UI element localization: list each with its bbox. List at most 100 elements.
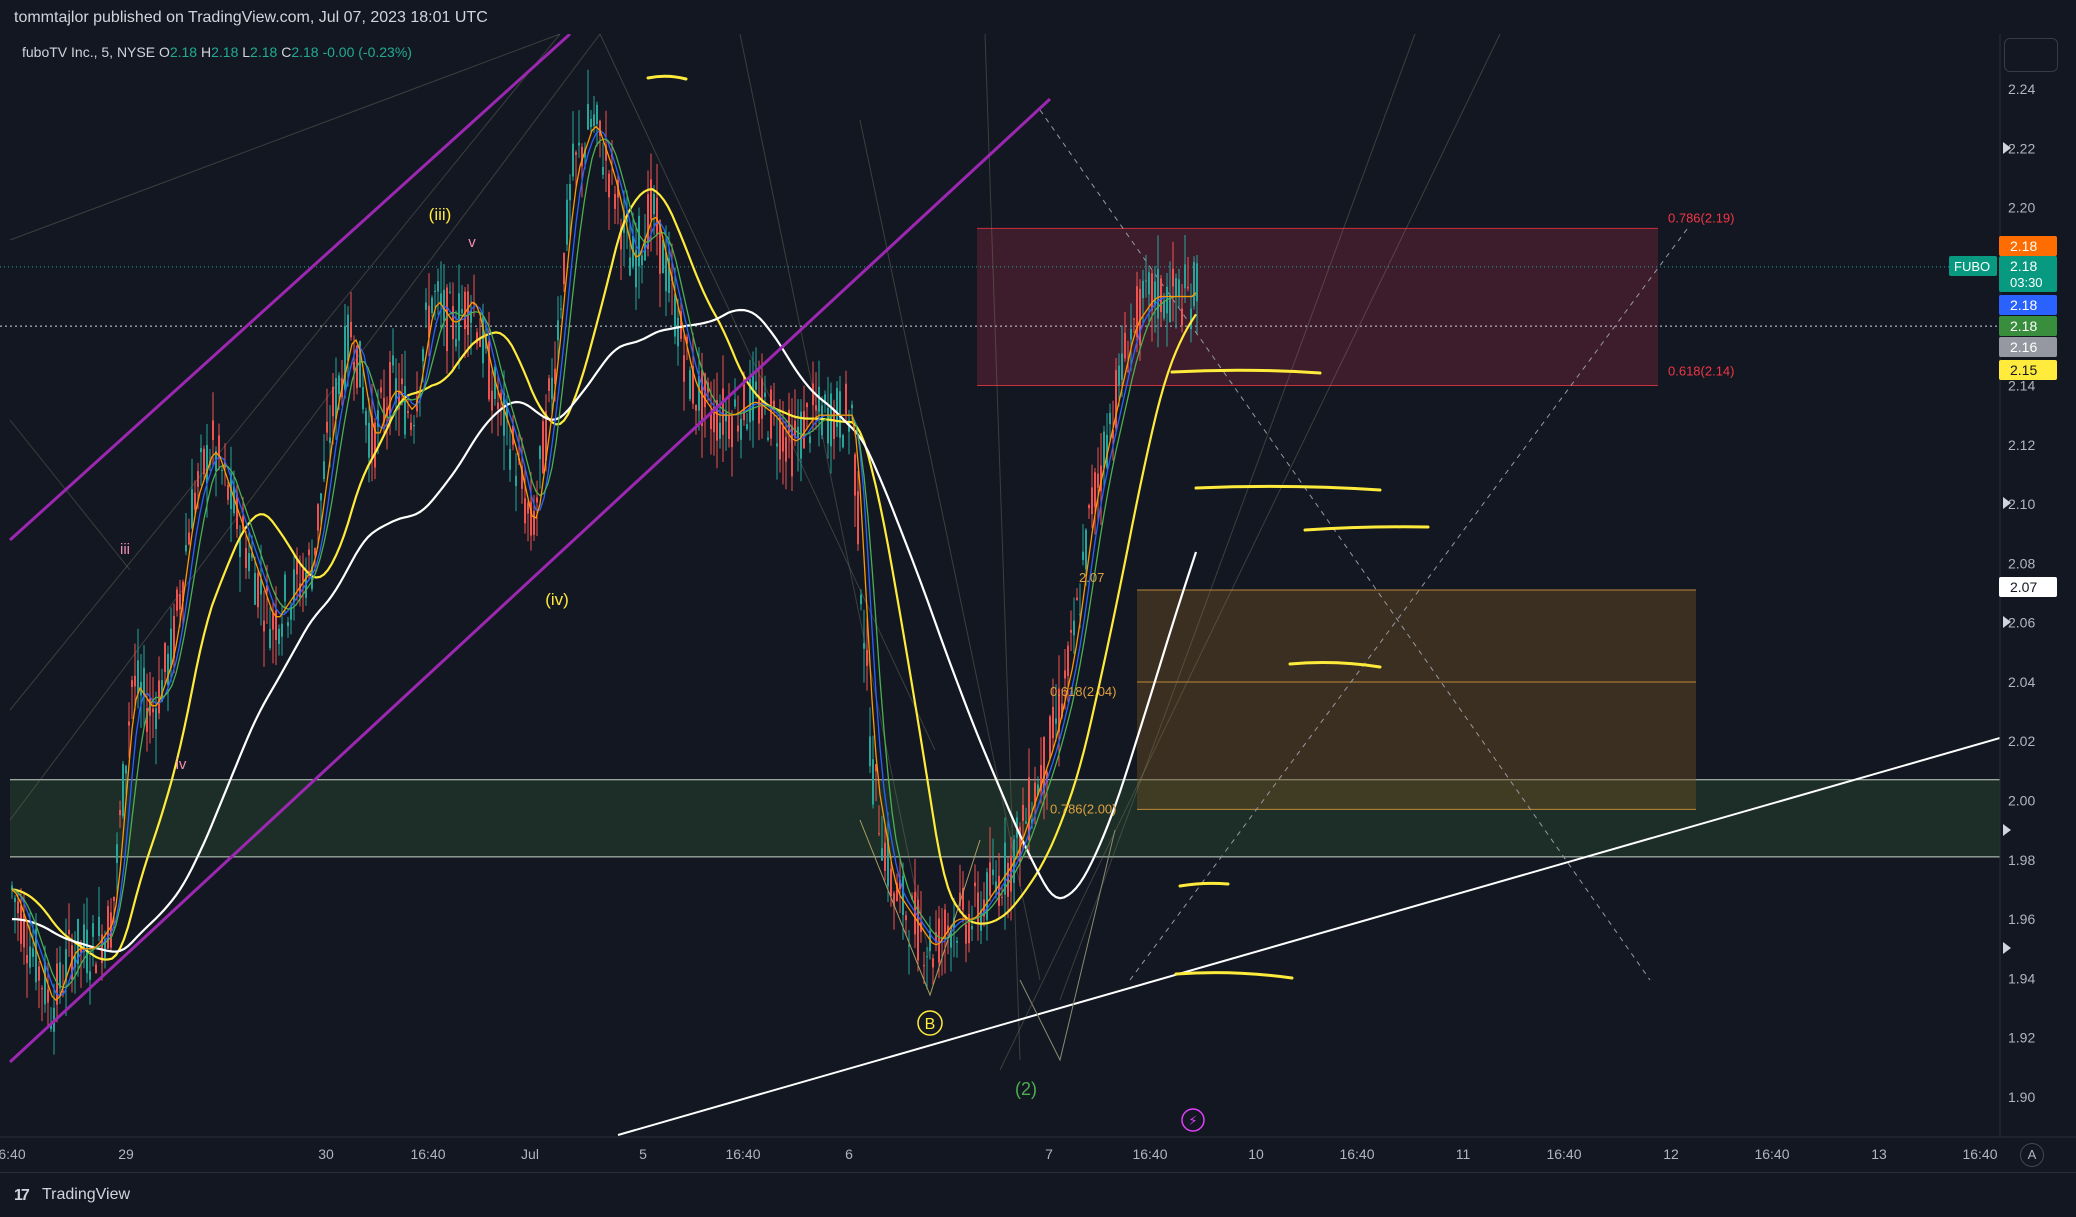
candle-body	[698, 375, 700, 411]
lightning-icon: ⚡	[1188, 1113, 1197, 1128]
symbol-legend[interactable]: fuboTV Inc., 5, NYSE O2.18 H2.18 L2.18 C…	[22, 44, 412, 60]
candle-body	[212, 420, 214, 440]
candle-body	[857, 491, 859, 545]
candle-body	[1142, 280, 1144, 299]
candle-body	[362, 387, 364, 410]
candle-body	[1196, 263, 1198, 302]
candle-body	[1148, 272, 1150, 295]
candle-body	[560, 308, 562, 310]
candle-body	[68, 929, 70, 935]
fib-label: 0.618(2.14)	[1668, 363, 1735, 378]
candle-body	[725, 412, 727, 422]
candle-body	[695, 404, 697, 411]
candle-body	[29, 946, 31, 968]
candle-body	[131, 680, 133, 688]
candle-body	[1070, 630, 1072, 633]
y-tick-label: 1.94	[2008, 970, 2035, 986]
candle-body	[593, 114, 595, 127]
candle-body	[974, 882, 976, 887]
legend-o-label: O	[158, 44, 170, 60]
candle-body	[413, 424, 415, 427]
legend-c-value: 2.18	[291, 44, 319, 60]
x-tick-label: 11	[1456, 1146, 1471, 1162]
wave-label: iv	[176, 756, 187, 773]
candle-body	[1187, 286, 1189, 289]
candle-body	[734, 399, 736, 407]
candle-body	[806, 403, 808, 408]
candle-body	[890, 868, 892, 897]
candle-body	[602, 167, 604, 175]
chart-area[interactable]: 0.786(2.19) 0.618(2.14) 2.07 0.618(2.04) 0.7…	[0, 34, 2076, 1171]
candle-body	[137, 660, 139, 694]
y-tick-label: 2.08	[2008, 555, 2035, 571]
candle-body	[338, 375, 340, 395]
candle-body	[188, 532, 190, 545]
y-tick-label: 1.90	[2008, 1089, 2035, 1105]
candle-body	[845, 383, 847, 414]
candle-body	[770, 389, 772, 439]
candle-body	[596, 104, 598, 125]
candle-body	[1151, 273, 1153, 311]
candle-body	[206, 444, 208, 484]
candle-body	[992, 869, 994, 876]
candle-body	[758, 395, 760, 424]
price-chart[interactable]: 0.786(2.19) 0.618(2.14) 2.07 0.618(2.04) 0.7…	[0, 34, 2076, 1171]
candle-body	[98, 916, 100, 936]
y-tick-label: 2.12	[2008, 437, 2035, 453]
y-tick-label: 2.06	[2008, 615, 2035, 631]
candle-body	[116, 844, 118, 863]
candle-body	[737, 425, 739, 432]
x-tick-label: 16:40	[1962, 1146, 1997, 1162]
candle-body	[449, 291, 451, 293]
candle-body	[200, 448, 202, 453]
candle-body	[563, 253, 565, 285]
candle-body	[1052, 706, 1054, 739]
candle-body	[965, 924, 967, 944]
candle-body	[245, 547, 247, 568]
candle-body	[854, 454, 856, 496]
candle-body	[842, 435, 844, 448]
candle-body	[827, 407, 829, 444]
candle-body	[1118, 365, 1120, 386]
candle-body	[677, 317, 679, 347]
candle-body	[878, 833, 880, 835]
candle-body	[47, 989, 49, 1003]
candle-body	[731, 416, 733, 448]
candle-body	[608, 173, 610, 198]
x-tick-label: 12	[1663, 1146, 1679, 1162]
candle-body	[203, 448, 205, 475]
publisher-text: tommtajlor published on TradingView.com,…	[14, 9, 488, 26]
candle-body	[509, 449, 511, 470]
x-tick-label: 16:40	[725, 1146, 760, 1162]
candle-body	[317, 504, 319, 531]
candle-body	[926, 956, 928, 958]
fib-label: 0.618(2.04)	[1050, 684, 1117, 699]
auto-scale-button[interactable]: A	[2020, 1143, 2044, 1167]
candle-body	[134, 675, 136, 687]
candle-body	[158, 680, 160, 714]
candle-body	[431, 297, 433, 313]
x-tick-label: 6	[845, 1146, 853, 1162]
candle-body	[197, 471, 199, 487]
candle-body	[1160, 278, 1162, 313]
candle-body	[1178, 279, 1180, 297]
x-tick-label: 13	[1871, 1146, 1887, 1162]
screenshot-toggle-button[interactable]	[2004, 38, 2058, 72]
candle-body	[269, 629, 271, 649]
candle-body	[548, 378, 550, 391]
price-tag-countdown: 03:30	[2010, 275, 2043, 290]
candle-body	[491, 390, 493, 411]
candle-body	[128, 721, 130, 726]
candle-body	[746, 424, 748, 429]
candle-body	[833, 409, 835, 439]
candle-body	[752, 372, 754, 421]
candle-body	[107, 906, 109, 949]
symbol-tag-label: FUBO	[1954, 259, 1990, 274]
candle-body	[437, 281, 439, 292]
x-tick-label: 10	[1248, 1146, 1264, 1162]
candle-body	[812, 383, 814, 406]
candle-body	[572, 143, 574, 177]
candle-body	[308, 549, 310, 556]
candle-body	[728, 415, 730, 440]
candle-body	[1121, 353, 1123, 380]
